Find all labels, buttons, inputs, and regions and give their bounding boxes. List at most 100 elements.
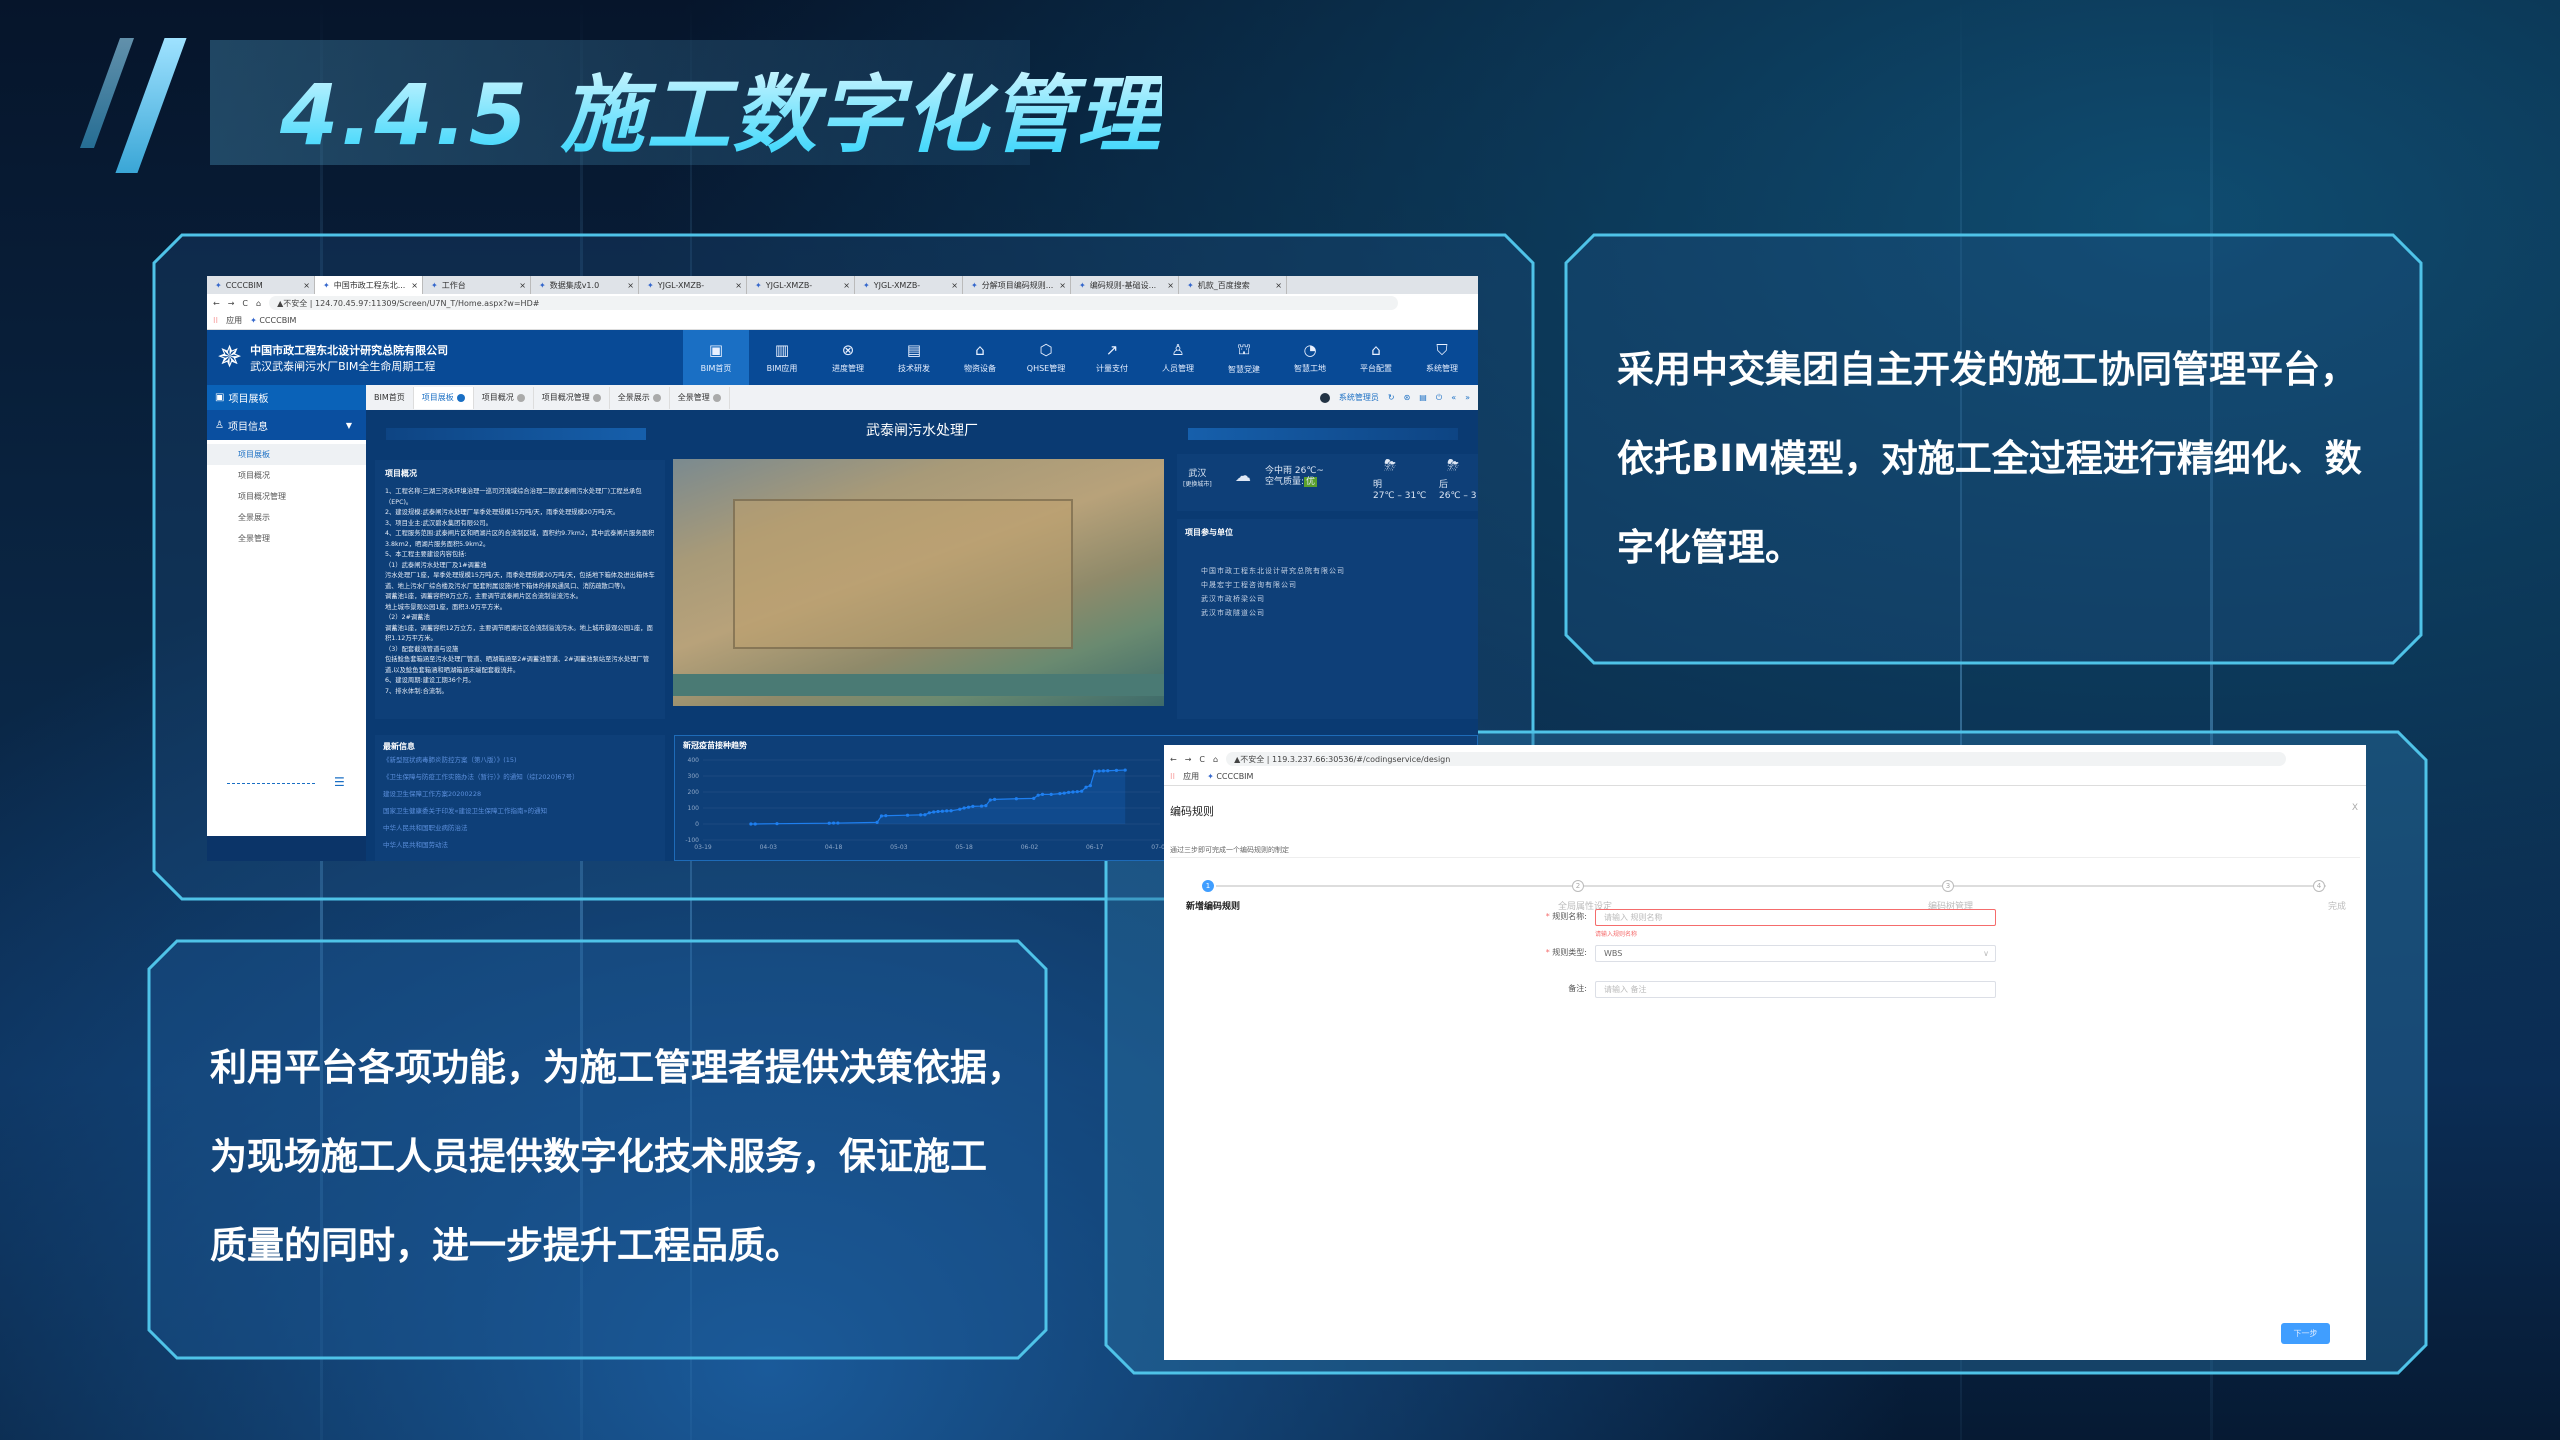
placeholder: 请输入 备注	[1604, 985, 1647, 994]
close-tab-icon[interactable]	[712, 393, 721, 402]
avatar[interactable]	[1319, 392, 1330, 403]
nav-item[interactable]: ⌂ 平台配置	[1343, 330, 1409, 385]
page-tab[interactable]: 项目展板	[413, 386, 474, 409]
bookmark[interactable]: 应用	[226, 315, 242, 326]
nav-item[interactable]: ▥ BIM应用	[749, 330, 815, 385]
overview-line: 7、排水体制:合流制。	[385, 687, 448, 695]
page-tab[interactable]: 项目概况管理	[534, 386, 610, 409]
refresh-icon[interactable]: ↻	[1388, 393, 1395, 402]
reload-icon[interactable]: C	[1199, 755, 1205, 764]
nav-item[interactable]: ⛉ 系统管理	[1409, 330, 1475, 385]
nav-item[interactable]: ⊗ 进度管理	[815, 330, 881, 385]
browser-tab[interactable]: ✦ YJGL-XMZB- ×	[639, 276, 747, 294]
power-icon[interactable]: ⏻	[1436, 393, 1442, 403]
browser-tab[interactable]: ✦ YJGL-XMZB- ×	[855, 276, 963, 294]
tab-title: 机款_百度搜索	[1197, 280, 1250, 290]
close-tab-icon[interactable]: ×	[1059, 281, 1066, 290]
chevron-right-icon[interactable]: »	[1465, 393, 1470, 402]
news-link[interactable]: 建设卫生保障工作方案20200228	[383, 786, 657, 803]
browser-tab[interactable]: ✦ CCCCBIM ×	[207, 276, 315, 294]
bookmark[interactable]: ✦ CCCCBIM	[250, 316, 296, 325]
home-icon[interactable]: ⌂	[1213, 755, 1218, 764]
change-city-link[interactable]: [更换城市]	[1183, 479, 1212, 488]
browser-tab[interactable]: ✦ 编码规则-基础设... ×	[1071, 276, 1179, 294]
nav-item[interactable]: ↗ 计量支付	[1079, 330, 1145, 385]
close-button[interactable]: X	[2352, 803, 2358, 813]
back-icon[interactable]: ←	[213, 299, 220, 308]
nav-item[interactable]: ⛫ 智慧党建	[1211, 330, 1277, 385]
page-tab[interactable]: 项目概况	[474, 386, 534, 409]
close-tab-icon[interactable]: ×	[519, 281, 526, 290]
news-link[interactable]: 中华人民共和国劳动法	[383, 837, 657, 854]
browser-tab[interactable]: ✦ YJGL-XMZB- ×	[747, 276, 855, 294]
page-tab[interactable]: BIM首页	[366, 386, 414, 409]
main-nav: ▣ BIM首页 ▥ BIM应用 ⊗ 进度管理 ▤ 技术研发 ⌂ 物资设备 ⬡ QHSE管理 ↗ 计量支付 ♙…	[683, 330, 1475, 385]
url-field[interactable]: ▲ 不安全 | 119.3.237.66:30536/#/codingservi…	[1226, 752, 2286, 766]
nav-item[interactable]: ⌂ 物资设备	[947, 330, 1013, 385]
bookmark[interactable]: 应用	[1183, 771, 1199, 782]
sidebar-head[interactable]: ▣ 项目展板	[207, 385, 366, 410]
sidebar-item[interactable]: 项目展板	[207, 444, 366, 465]
overview-line: 5、本工程主要建设内容包括:	[385, 551, 467, 558]
browser-tab[interactable]: ✦ 机款_百度搜索 ×	[1179, 276, 1287, 294]
browser-tab[interactable]: ✦ 数据集成v1.0 ×	[531, 276, 639, 294]
nav-item[interactable]: ♙ 人员管理	[1145, 330, 1211, 385]
data-point	[1049, 792, 1053, 796]
close-tab-icon[interactable]: ×	[735, 281, 742, 290]
data-point	[1080, 789, 1084, 793]
overview-line: （2）2#调蓄池	[385, 614, 430, 621]
url-field[interactable]: ▲ 不安全 | 124.70.45.97:11309/Screen/U7N_T/…	[269, 296, 1398, 310]
sidebar-item[interactable]: 项目概况	[207, 465, 366, 486]
browser-tab[interactable]: ✦ 工作台 ×	[423, 276, 531, 294]
news-link[interactable]: 《新型冠状病毒肺炎防控方案（第八版）》(15)	[383, 752, 657, 769]
nav-label: 系统管理	[1426, 364, 1458, 373]
close-tab-icon[interactable]: ×	[1275, 281, 1282, 290]
data-point	[949, 809, 953, 813]
collapse-menu-icon[interactable]: ☰	[334, 775, 345, 789]
forward-icon[interactable]: →	[228, 299, 235, 308]
chevron-left-icon[interactable]: «	[1451, 393, 1456, 402]
news-link[interactable]: 中华人民共和国职业病防治法	[383, 820, 657, 837]
browser-tab[interactable]: ✦ 分解项目编码规则... ×	[963, 276, 1071, 294]
close-tab-icon[interactable]	[456, 393, 465, 402]
sidebar-item[interactable]: 项目概况管理	[207, 486, 366, 507]
home-icon[interactable]: ⌂	[256, 299, 261, 308]
page-tab[interactable]: 全景管理	[670, 386, 730, 409]
news-link[interactable]: 《卫生保障与防疫工作实施办法（暂行）》的通知（综[2020]67号）	[383, 769, 657, 786]
close-tab-icon[interactable]: ×	[411, 281, 418, 290]
sidebar-item[interactable]: 全景展示	[207, 507, 366, 528]
page-tab[interactable]: 全景展示	[610, 386, 670, 409]
rule-name-input[interactable]: 请输入 规则名称	[1595, 909, 1996, 926]
settings-icon[interactable]: ⊛	[1404, 393, 1411, 402]
close-tab-icon[interactable]: ×	[843, 281, 850, 290]
close-tab-icon[interactable]	[516, 393, 525, 402]
browser-tab[interactable]: ✦ 中国市政工程东北... ×	[315, 276, 423, 294]
divider	[1170, 857, 2360, 858]
back-icon[interactable]: ←	[1170, 755, 1177, 764]
next-step-button[interactable]: 下一步	[2281, 1323, 2330, 1344]
news-link[interactable]: 国家卫生健康委关于印发«建设卫生保障工作指南»的通知	[383, 803, 657, 820]
nav-icon: ⌂	[975, 341, 985, 359]
close-tab-icon[interactable]: ×	[951, 281, 958, 290]
reload-icon[interactable]: C	[242, 299, 248, 308]
forward-icon[interactable]: →	[1185, 755, 1192, 764]
close-tab-icon[interactable]	[592, 393, 601, 402]
nav-item[interactable]: ▣ BIM首页	[683, 330, 749, 385]
document-icon[interactable]: ▤	[1419, 393, 1427, 402]
weather-panel: 武汉 [更换城市] ☁ 今中雨 26℃~ 空气质量: 优 ⛈ ⛈ 明 27℃ – 31℃…	[1177, 454, 1478, 511]
user-name[interactable]: 系统管理员	[1339, 392, 1379, 403]
nav-item[interactable]: ◔ 智慧工地	[1277, 330, 1343, 385]
nav-item[interactable]: ▤ 技术研发	[881, 330, 947, 385]
bookmark[interactable]: ✦ CCCCBIM	[1207, 772, 1253, 781]
close-tab-icon[interactable]: ×	[1167, 281, 1174, 290]
close-tab-icon[interactable]	[652, 393, 661, 402]
rule-type-select[interactable]: WBS ∨	[1595, 945, 1996, 962]
sidebar-group[interactable]: ♙ 项目信息 ▼	[207, 410, 366, 440]
remark-input[interactable]: 请输入 备注	[1595, 981, 1996, 998]
nav-label: 物资设备	[964, 364, 996, 373]
dialog-title: 编码规则	[1170, 805, 1214, 818]
nav-item[interactable]: ⬡ QHSE管理	[1013, 330, 1079, 385]
sidebar-item[interactable]: 全景管理	[207, 528, 366, 549]
close-tab-icon[interactable]: ×	[627, 281, 634, 290]
close-tab-icon[interactable]: ×	[303, 281, 310, 290]
